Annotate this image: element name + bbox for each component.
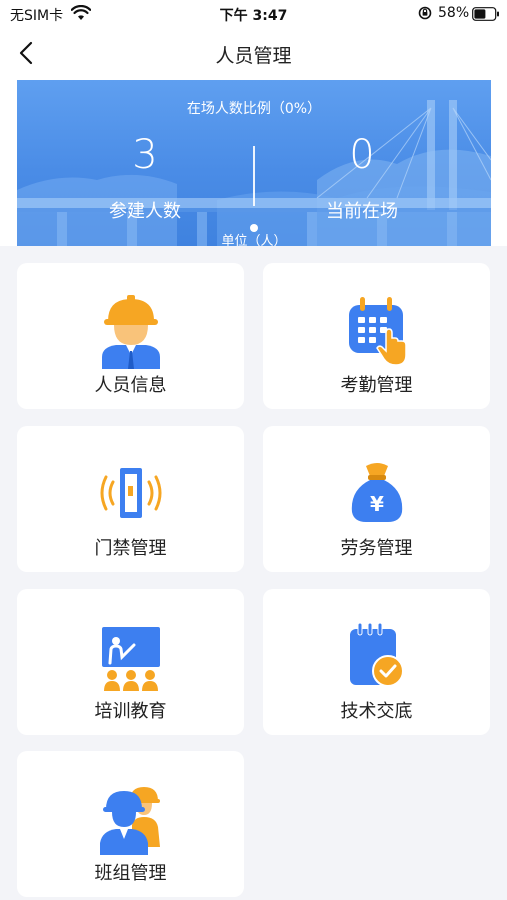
- onsite-ratio-text: 在场人数比例（0%）: [186, 101, 322, 117]
- menu-item-training[interactable]: 培训教育: [17, 589, 244, 735]
- attendance-banner: 在场人数比例（0%） 3 参建人数 0 当前在场 单位（人）: [17, 80, 491, 246]
- battery-icon: [472, 7, 500, 25]
- status-bar: 无SIM卡 下午 3:47 58%: [0, 0, 507, 28]
- menu-item-label: 考勤管理: [340, 375, 413, 396]
- calendar-tap-icon: [346, 293, 408, 369]
- menu-item-label: 人员信息: [94, 375, 167, 396]
- participants-count: 3: [132, 132, 158, 178]
- menu-item-team[interactable]: 班组管理: [17, 751, 244, 897]
- menu-item-attendance[interactable]: 考勤管理: [263, 263, 490, 409]
- menu-item-label: 班组管理: [94, 863, 167, 884]
- page-indicator-dot: [250, 224, 258, 232]
- onsite-count: 0: [349, 132, 375, 178]
- menu-item-personnel-info[interactable]: 人员信息: [17, 263, 244, 409]
- team-icon: [100, 781, 162, 857]
- unit-text: 单位（人）: [221, 234, 287, 246]
- nav-bar: 人员管理: [0, 28, 507, 78]
- orientation-lock-icon: [418, 6, 432, 24]
- page-title: 人员管理: [215, 45, 292, 67]
- participants-label: 参建人数: [109, 201, 181, 222]
- menu-item-label: 门禁管理: [94, 538, 167, 559]
- money-bag-icon: ¥: [346, 456, 408, 532]
- menu-item-label: 培训教育: [94, 701, 167, 722]
- worker-helmet-icon: [100, 293, 162, 369]
- stat-divider: [253, 146, 255, 206]
- menu-item-label: 技术交底: [340, 701, 413, 722]
- menu-item-access-control[interactable]: 门禁管理: [17, 426, 244, 572]
- menu-item-labor[interactable]: ¥ 劳务管理: [263, 426, 490, 572]
- menu-item-label: 劳务管理: [340, 538, 413, 559]
- access-gate-icon: [100, 456, 162, 532]
- svg-text:¥: ¥: [370, 492, 384, 516]
- menu-item-tech-briefing[interactable]: 技术交底: [263, 589, 490, 735]
- notepad-check-icon: [346, 619, 408, 695]
- battery-percent: 58%: [438, 5, 470, 21]
- onsite-label: 当前在场: [326, 201, 398, 222]
- training-board-icon: [100, 619, 162, 695]
